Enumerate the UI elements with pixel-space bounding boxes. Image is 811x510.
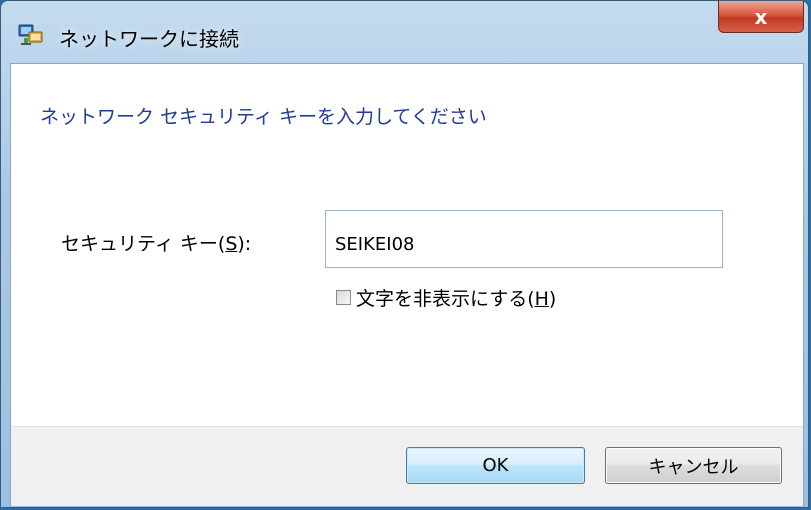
window-title: ネットワークに接続 [59, 27, 239, 51]
cancel-button[interactable]: キャンセル [605, 447, 782, 484]
security-key-input[interactable] [325, 210, 723, 268]
security-key-accelerator: S [225, 233, 238, 255]
security-key-label: セキュリティ キー(S): [61, 229, 251, 256]
ok-button[interactable]: OK [406, 447, 585, 484]
hide-characters-accelerator: H [534, 288, 549, 310]
hide-characters-row[interactable]: 文字を非表示にする(H) [336, 284, 556, 311]
close-button[interactable]: x [718, 1, 804, 33]
hide-characters-label[interactable]: 文字を非表示にする(H) [356, 284, 556, 311]
dialog-content: ネットワーク セキュリティ キーを入力してください セキュリティ キー(S): … [10, 63, 804, 506]
dialog-window: ネットワークに接続 x ネットワーク セキュリティ キーを入力してください セキ… [0, 0, 809, 508]
security-key-label-prefix: セキュリティ キー( [61, 233, 226, 255]
hide-characters-label-prefix: 文字を非表示にする( [356, 288, 535, 310]
security-key-label-suffix: ): [237, 233, 252, 255]
hide-characters-checkbox[interactable] [336, 290, 351, 305]
dialog-heading: ネットワーク セキュリティ キーを入力してください [40, 106, 487, 128]
network-icon [18, 23, 44, 47]
close-icon: x [754, 4, 768, 29]
dialog-footer: OK キャンセル [11, 426, 803, 506]
title-bar[interactable]: ネットワークに接続 x [1, 1, 808, 61]
hide-characters-label-suffix: ) [548, 288, 557, 310]
